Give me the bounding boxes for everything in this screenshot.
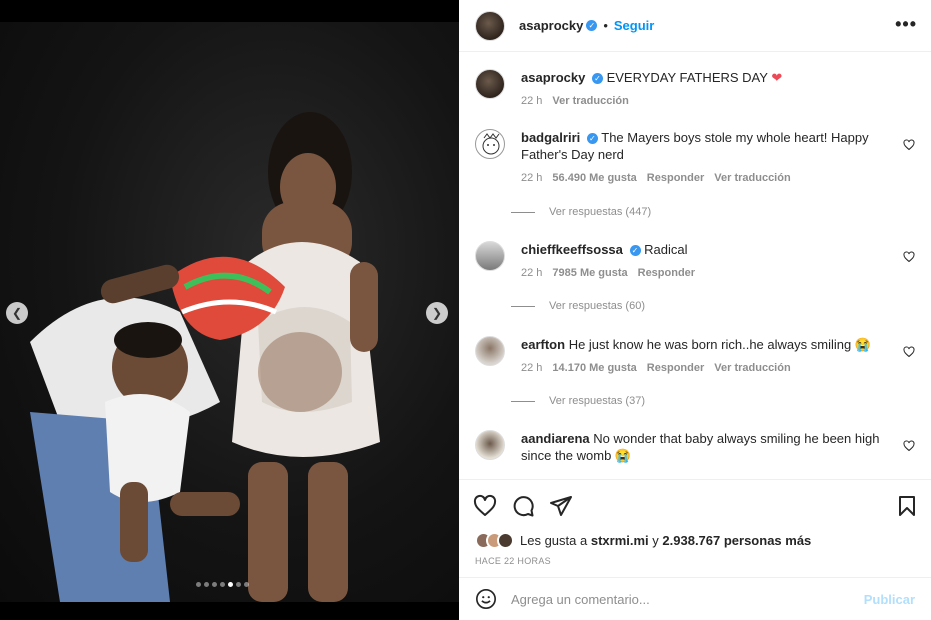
carousel-next-button[interactable]: ❯ (426, 302, 448, 324)
verified-badge-icon: ✓ (629, 245, 641, 257)
likes-text[interactable]: Les gusta a stxrmi.mi y 2.938.767 person… (520, 533, 811, 548)
chevron-right-icon: ❯ (431, 306, 443, 320)
comment-likes[interactable]: 14.170 Me gusta (552, 360, 636, 377)
photo-illustration (30, 112, 380, 602)
view-replies-button[interactable]: Ver respuestas (447) (511, 206, 651, 218)
carousel-dot[interactable] (244, 582, 249, 587)
replies-label: Ver respuestas (60) (549, 300, 645, 312)
carousel-dot[interactable] (196, 582, 201, 587)
comment-text: Radical (644, 242, 688, 257)
more-horizontal-icon: ••• (895, 14, 917, 34)
replies-divider (511, 305, 535, 307)
separator-dot: • (603, 18, 608, 33)
view-replies-button[interactable]: Ver respuestas (60) (511, 300, 645, 312)
comment-likes[interactable]: 7985 Me gusta (552, 265, 627, 282)
caption-text: EVERYDAY FATHERS DAY (606, 70, 768, 85)
chevron-left-icon: ❮ (11, 306, 23, 320)
caption-avatar[interactable] (475, 69, 505, 99)
comment-username[interactable]: aandiarena (521, 431, 590, 446)
post-media: ❮ ❯ (0, 0, 459, 620)
post-photo[interactable] (0, 22, 459, 602)
publish-button[interactable]: Publicar (864, 592, 915, 607)
comment-icon[interactable] (511, 494, 535, 518)
add-comment-bar: Publicar (459, 577, 931, 620)
follow-button[interactable]: Seguir (614, 18, 654, 33)
carousel-dot[interactable] (212, 582, 217, 587)
post-header: asaprocky ✓ • Seguir ••• (459, 0, 931, 52)
author-info: asaprocky ✓ • Seguir (519, 18, 654, 33)
replies-divider (511, 211, 535, 213)
likes-prefix: Les gusta a (520, 533, 588, 548)
comment-username[interactable]: badgalriri (521, 130, 580, 145)
comment-like-icon[interactable] (903, 440, 915, 452)
comment-time: 22 h (521, 172, 543, 184)
carousel-dot[interactable] (204, 582, 209, 587)
carousel-dot[interactable] (236, 582, 241, 587)
post-actions: Les gusta a stxrmi.mi y 2.938.767 person… (459, 479, 931, 577)
comment-avatar[interactable] (475, 430, 505, 460)
author-username[interactable]: asaprocky (519, 18, 583, 33)
reply-button[interactable]: Responder (647, 170, 704, 187)
sketch-face-icon (482, 133, 500, 155)
verified-badge-icon: ✓ (586, 20, 598, 31)
replies-label: Ver respuestas (37) (549, 395, 645, 407)
replies-label: Ver respuestas (447) (549, 206, 652, 218)
carousel-dot[interactable] (220, 582, 225, 587)
comment-avatar[interactable] (475, 129, 505, 159)
post-time: HACE 22 HORAS (475, 556, 551, 566)
reply-button[interactable]: Responder (647, 360, 704, 377)
comment-like-icon[interactable] (903, 251, 915, 263)
reply-button[interactable]: Responder (638, 265, 695, 282)
likes-others[interactable]: 2.938.767 personas más (662, 533, 811, 548)
liker-avatar (497, 532, 514, 549)
more-options-button[interactable]: ••• (895, 14, 917, 35)
comment-username[interactable]: chieffkeeffsossa (521, 242, 623, 257)
heart-icon[interactable] (473, 494, 497, 518)
carousel-prev-button[interactable]: ❮ (6, 302, 28, 324)
heart-emoji: ❤ (771, 70, 783, 85)
post-panel: asaprocky ✓ • Seguir ••• asaprocky ✓ EVE… (459, 0, 931, 620)
likes-summary: Les gusta a stxrmi.mi y 2.938.767 person… (475, 532, 811, 549)
author-avatar[interactable] (475, 10, 505, 41)
send-icon[interactable] (549, 494, 573, 518)
verified-badge-icon: ✓ (586, 133, 598, 145)
comment-avatar[interactable] (475, 241, 505, 271)
caption-username[interactable]: asaprocky (521, 70, 585, 85)
comment-time: 22 h (521, 267, 543, 279)
translate-link[interactable]: Ver traducción (714, 360, 790, 377)
translate-link[interactable]: Ver traducción (714, 170, 790, 187)
translate-link[interactable]: Ver traducción (552, 93, 628, 110)
likes-user[interactable]: stxrmi.mi (591, 533, 649, 548)
comment-likes[interactable]: 56.490 Me gusta (552, 170, 636, 187)
comment-like-icon[interactable] (903, 346, 915, 358)
comments-list[interactable]: asaprocky ✓ EVERYDAY FATHERS DAY ❤ 22 h … (459, 53, 931, 479)
comment-text: He just know he was born rich..he always… (568, 337, 871, 352)
comment-like-icon[interactable] (903, 139, 915, 151)
view-replies-button[interactable]: Ver respuestas (37) (511, 395, 645, 407)
comment-avatar[interactable] (475, 336, 505, 366)
carousel-dots (196, 582, 249, 587)
replies-divider (511, 400, 535, 402)
carousel-dot[interactable] (228, 582, 233, 587)
verified-badge-icon: ✓ (591, 73, 603, 85)
caption-time: 22 h (521, 95, 543, 107)
comment-username[interactable]: earfton (521, 337, 565, 352)
comment-input[interactable] (511, 591, 851, 607)
likes-conj: y (652, 533, 659, 548)
bookmark-icon[interactable] (895, 494, 919, 518)
comment-time: 22 h (521, 362, 543, 374)
smiley-icon[interactable] (475, 588, 497, 610)
